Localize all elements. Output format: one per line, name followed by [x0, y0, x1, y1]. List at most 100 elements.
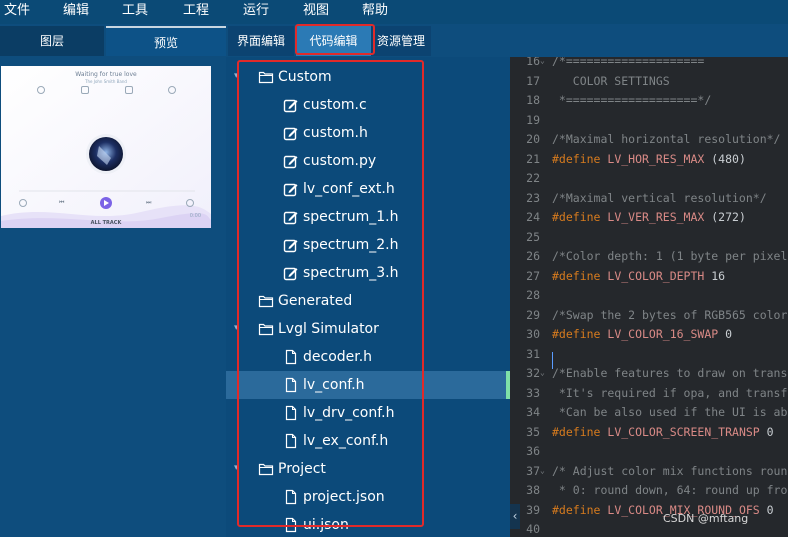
tab-asset-manager[interactable]: 资源管理 — [371, 26, 431, 56]
code-token: #define — [552, 268, 608, 283]
menu-tools[interactable]: 工具 — [122, 2, 148, 20]
code-text: * 0: round down, 64: round up fro — [552, 481, 787, 501]
code-token: /*Color depth: 1 (1 byte per pixel) — [552, 249, 788, 263]
code-line: 16 ⌄ /*==================== — [510, 57, 788, 72]
menu-help[interactable]: 帮助 — [362, 2, 388, 20]
code-text: /*Maximal horizontal resolution*/ — [552, 130, 780, 150]
code-token: *Can be also used if the UI is ab — [552, 405, 788, 419]
code-line: 27 #define LV_COLOR_DEPTH 16 — [510, 267, 788, 287]
line-number: 21 — [526, 151, 540, 166]
code-token: /* Adjust color mix functions roun — [552, 463, 788, 478]
preview-canvas: Waiting for true love The John Smith Ban… — [1, 66, 211, 228]
code-text: *Can be also used if the UI is ab — [552, 403, 787, 423]
line-number: 20 — [526, 132, 540, 146]
preview-footer-label: ALL TRACK — [90, 220, 122, 226]
preview-prev-icon: ⏮ — [59, 199, 65, 206]
code-text: *===================*/ — [552, 91, 711, 111]
code-token: (480) — [704, 151, 746, 166]
code-line: 20 /*Maximal horizontal resolution*/ — [510, 130, 788, 150]
preview-song-title: Waiting for true love — [75, 71, 137, 78]
code-line: 30 #define LV_COLOR_16_SWAP 0 — [510, 325, 788, 345]
fold-toggle-icon[interactable]: ⌄ — [540, 368, 548, 378]
menu-file[interactable]: 文件 — [4, 2, 30, 20]
code-token: *===================*/ — [552, 93, 712, 107]
code-token: * 0: round down, 64: round up fro — [552, 483, 788, 497]
preview-equalizer-icon — [125, 86, 133, 94]
line-number: 35 — [526, 424, 540, 439]
fold-toggle-icon[interactable]: ⌄ — [540, 466, 548, 476]
code-line: 18 *===================*/ — [510, 91, 788, 111]
collapse-panel-button[interactable]: ‹ — [510, 504, 520, 529]
highlight-box-code-tab — [295, 24, 375, 55]
tab-ui-edit[interactable]: 界面编辑 — [228, 26, 294, 56]
code-line: 29 /*Swap the 2 bytes of RGB565 color — [510, 306, 788, 326]
code-token: COLOR SETTINGS — [552, 73, 670, 88]
code-text: /*Enable features to draw on transp — [552, 364, 788, 384]
watermark: CSDN @mftang — [663, 512, 749, 525]
preview-shuffle-icon — [19, 199, 27, 207]
code-token: /*Maximal horizontal resolution*/ — [552, 132, 781, 146]
code-line: 23 /*Maximal vertical resolution*/ — [510, 189, 788, 209]
preview-next-icon: ⏭ — [146, 199, 152, 206]
line-number: 28 — [526, 288, 540, 302]
code-token: LV_COLOR_16_SWAP — [607, 327, 719, 341]
code-text: COLOR SETTINGS — [552, 72, 670, 92]
code-text: #define LV_COLOR_DEPTH 16 — [552, 267, 725, 287]
code-token: #define — [552, 502, 608, 517]
code-editor[interactable]: 16 ⌄/*==================== 17 COLOR SETTIN… — [510, 57, 788, 537]
code-text: /*Swap the 2 bytes of RGB565 color — [552, 306, 787, 326]
line-number: 32 — [526, 366, 540, 380]
code-line: 31 — [510, 345, 788, 365]
tab-layers[interactable]: 图层 — [0, 26, 104, 56]
code-line: 36 — [510, 442, 788, 462]
line-number: 34 — [526, 405, 540, 419]
fold-toggle-icon[interactable]: ⌄ — [540, 57, 548, 66]
code-line: 35 #define LV_COLOR_SCREEN_TRANSP 0 — [510, 423, 788, 443]
code-token: LV_COLOR_SCREEN_TRANSP — [607, 424, 760, 439]
menu-run[interactable]: 运行 — [243, 2, 269, 20]
left-panel: 图层 预览 Waiting for true love The John Smi… — [0, 24, 226, 537]
line-number: 36 — [526, 444, 540, 458]
menu-bar: 文件 编辑 工具 工程 运行 视图 帮助 — [0, 0, 788, 24]
code-line: 25 — [510, 228, 788, 248]
preview-loop-icon — [186, 199, 194, 207]
line-number: 18 — [526, 93, 540, 107]
code-token: /*Enable features to draw on transp — [552, 366, 788, 380]
menu-view[interactable]: 视图 — [303, 2, 329, 20]
code-line: 33 *It's required if opa, and transf — [510, 384, 788, 404]
code-line: 34 *Can be also used if the UI is ab — [510, 403, 788, 423]
line-number: 24 — [526, 210, 540, 224]
tab-preview[interactable]: 预览 — [106, 26, 226, 56]
code-line: 21 #define LV_HOR_RES_MAX (480) — [510, 150, 788, 170]
code-text: /*==================== — [552, 57, 704, 72]
code-line: 24 #define LV_VER_RES_MAX (272) — [510, 208, 788, 228]
code-token: *It's required if opa, and transf — [552, 385, 788, 400]
code-line: 32 ⌄ /*Enable features to draw on transp — [510, 364, 788, 384]
code-text: /*Maximal vertical resolution*/ — [552, 189, 767, 209]
code-line: 22 — [510, 169, 788, 189]
code-line: 37 ⌄ /* Adjust color mix functions roun — [510, 462, 788, 482]
code-line: 17 COLOR SETTINGS — [510, 72, 788, 92]
code-text: /* Adjust color mix functions roun — [552, 462, 787, 482]
line-number: 16 — [526, 57, 540, 68]
code-token: LV_VER_RES_MAX — [607, 210, 705, 224]
preview-download-icon — [168, 86, 176, 94]
preview-background — [1, 66, 211, 228]
code-text: #define LV_VER_RES_MAX (272) — [552, 208, 746, 228]
line-number: 31 — [526, 346, 540, 361]
menu-project[interactable]: 工程 — [183, 2, 209, 20]
highlight-box-file-tree — [237, 60, 424, 527]
menu-edit[interactable]: 编辑 — [63, 2, 89, 20]
code-line: 28 — [510, 286, 788, 306]
line-number: 19 — [526, 112, 540, 127]
code-text: #define LV_COLOR_16_SWAP 0 — [552, 325, 732, 345]
code-text: /*Color depth: 1 (1 byte per pixel) — [552, 247, 788, 267]
code-token: 0 — [718, 327, 733, 341]
line-number: 23 — [526, 190, 540, 205]
line-number: 29 — [526, 307, 540, 322]
code-text: *It's required if opa, and transf — [552, 384, 787, 404]
line-number: 33 — [526, 385, 540, 400]
preview-artist: The John Smith Band — [85, 79, 127, 84]
line-number: 30 — [526, 327, 540, 341]
preview-heart-icon — [37, 86, 45, 94]
